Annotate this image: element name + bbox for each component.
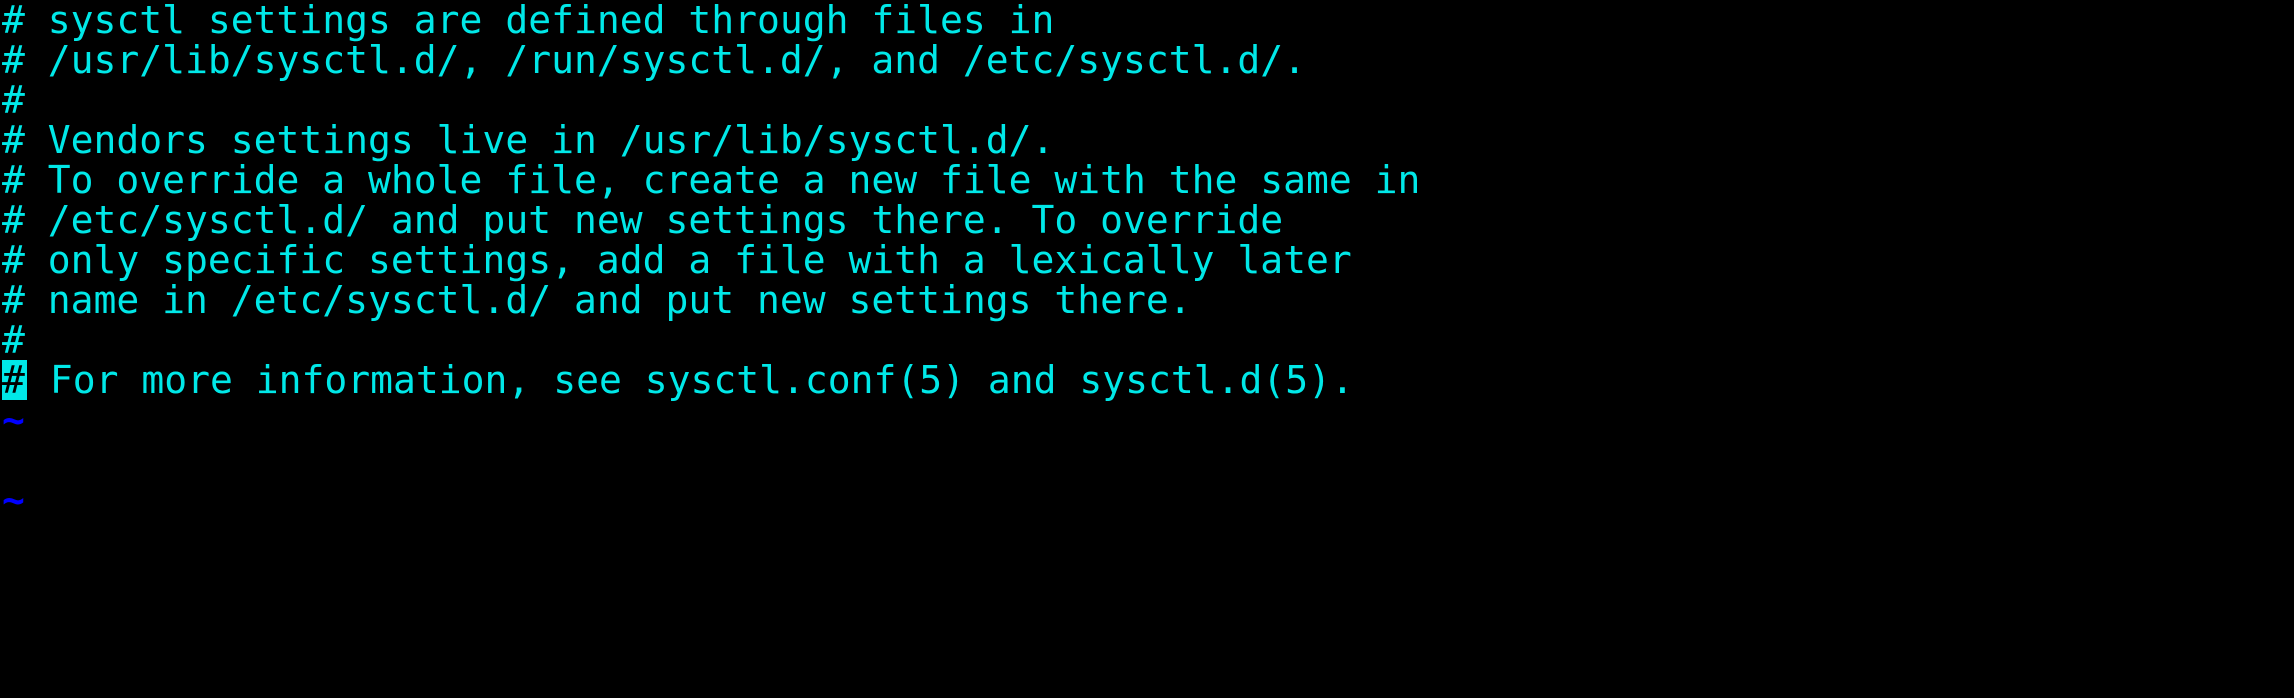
buffer-line: # Vendors settings live in /usr/lib/sysc…	[2, 118, 1055, 162]
buffer-line-blank	[0, 520, 2294, 560]
buffer-line: #	[2, 78, 25, 122]
buffer-line-blank	[0, 560, 2294, 600]
buffer-line: # To override a whole file, create a new…	[2, 158, 1421, 202]
empty-line-marker: ~	[2, 398, 25, 442]
buffer-line: #	[2, 318, 25, 362]
buffer-line: # /usr/lib/sysctl.d/, /run/sysctl.d/, an…	[2, 38, 1307, 82]
buffer-line-text: For more information, see sysctl.conf(5)…	[27, 358, 1354, 402]
buffer-line: # name in /etc/sysctl.d/ and put new set…	[2, 278, 1192, 322]
terminal-window[interactable]: # sysctl settings are defined through fi…	[0, 0, 2294, 698]
buffer-line: # only specific settings, add a file wit…	[2, 238, 1352, 282]
buffer-line: # /etc/sysctl.d/ and put new settings th…	[2, 198, 1284, 242]
vim-text-buffer[interactable]: # sysctl settings are defined through fi…	[0, 0, 2294, 698]
buffer-line-blank	[0, 440, 2294, 480]
empty-line-marker: ~	[2, 478, 25, 522]
text-cursor[interactable]: #	[2, 360, 27, 400]
buffer-line-with-cursor[interactable]: # For more information, see sysctl.conf(…	[0, 360, 2294, 400]
buffer-line: # sysctl settings are defined through fi…	[2, 0, 1055, 42]
